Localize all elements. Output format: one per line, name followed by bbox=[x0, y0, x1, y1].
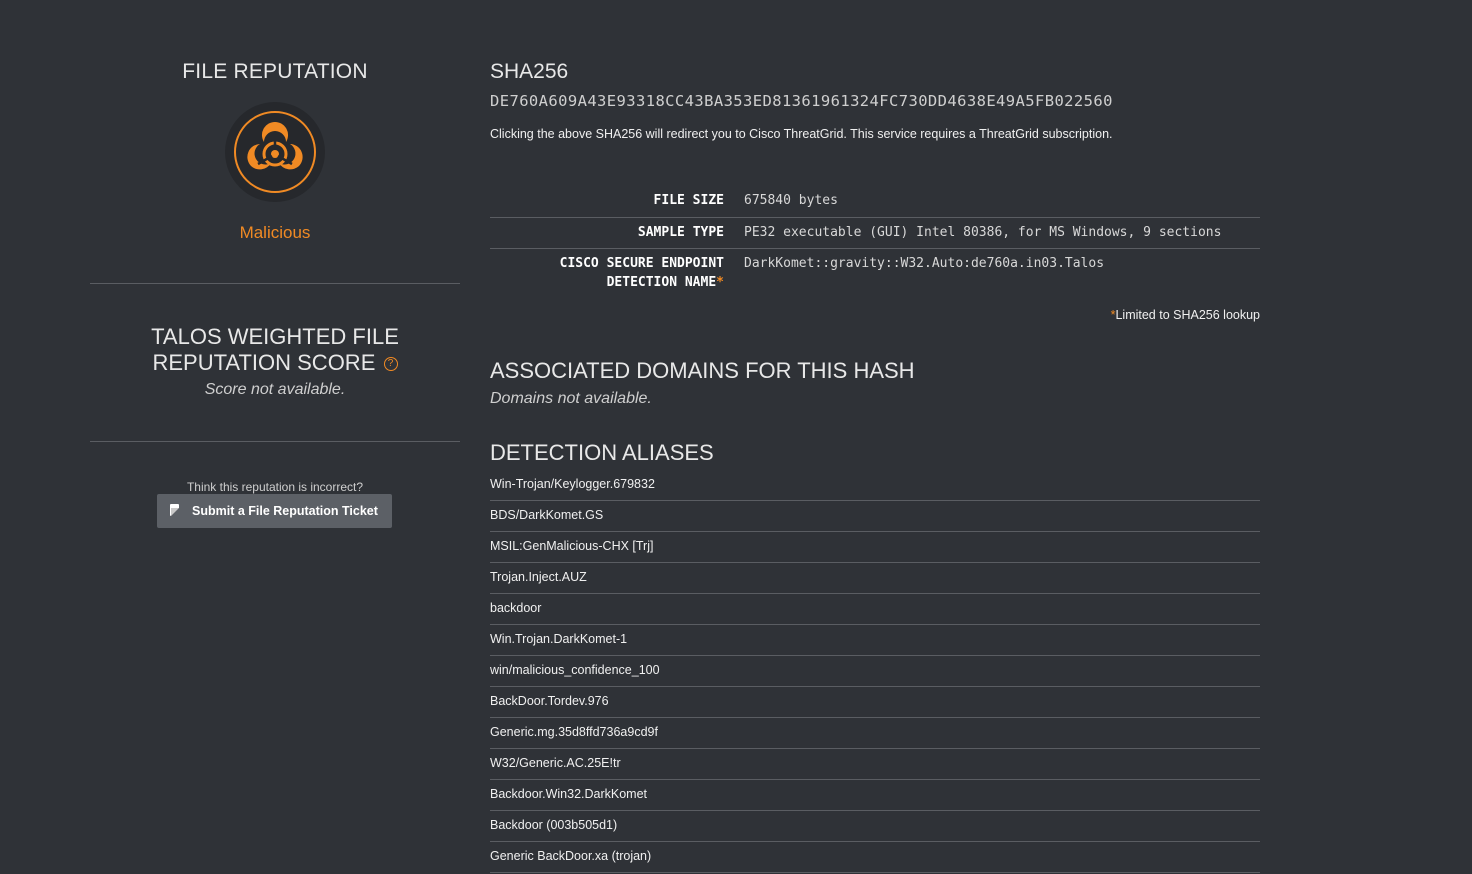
alias-item: win/malicious_confidence_100 bbox=[490, 656, 1260, 687]
alias-item: Generic.mg.35d8ffd736a9cd9f bbox=[490, 718, 1260, 749]
submit-reputation-ticket-label: Submit a File Reputation Ticket bbox=[192, 504, 378, 518]
detection-aliases-list: Win-Trojan/Keylogger.679832 BDS/DarkKome… bbox=[490, 470, 1260, 873]
sample-type-value: PE32 executable (GUI) Intel 80386, for M… bbox=[744, 225, 1222, 240]
talos-score-heading-text: TALOS WEIGHTED FILE REPUTATION SCORE bbox=[151, 324, 399, 375]
alias-item: BDS/DarkKomet.GS bbox=[490, 501, 1260, 532]
incorrect-reputation-prompt: Think this reputation is incorrect? bbox=[186, 480, 364, 494]
required-asterisk: * bbox=[716, 275, 724, 290]
detail-row-sample-type: SAMPLE TYPE PE32 executable (GUI) Intel … bbox=[490, 218, 1260, 249]
alias-item: Backdoor (003b505d1) bbox=[490, 811, 1260, 842]
divider bbox=[90, 441, 460, 442]
reputation-verdict: Malicious bbox=[239, 223, 311, 242]
limited-lookup-text: Limited to SHA256 lookup bbox=[1115, 308, 1260, 322]
alias-item: Backdoor.Win32.DarkKomet bbox=[490, 780, 1260, 811]
associated-domains-value: Domains not available. bbox=[490, 390, 652, 407]
reputation-icon-badge bbox=[225, 102, 325, 202]
alias-item: Trojan.Inject.AUZ bbox=[490, 563, 1260, 594]
sha256-redirect-note: Clicking the above SHA256 will redirect … bbox=[490, 127, 1113, 141]
alias-item: Win.Trojan.DarkKomet-1 bbox=[490, 625, 1260, 656]
file-size-label: FILE SIZE bbox=[653, 193, 724, 208]
file-details-table: FILE SIZE 675840 bytes SAMPLE TYPE PE32 … bbox=[490, 186, 1260, 297]
detail-row-file-size: FILE SIZE 675840 bytes bbox=[490, 186, 1260, 218]
help-icon[interactable]: ? bbox=[383, 357, 398, 372]
biohazard-icon bbox=[234, 111, 316, 193]
alias-item: BackDoor.Tordev.976 bbox=[490, 687, 1260, 718]
alias-item: backdoor bbox=[490, 594, 1260, 625]
alias-item: Win-Trojan/Keylogger.679832 bbox=[490, 470, 1260, 501]
file-reputation-heading: FILE REPUTATION bbox=[182, 60, 368, 83]
detection-aliases-heading: DETECTION ALIASES bbox=[490, 440, 714, 465]
endpoint-detection-value: DarkKomet::gravity::W32.Auto:de760a.in03… bbox=[744, 256, 1105, 271]
document-icon bbox=[170, 504, 179, 516]
endpoint-detection-label-line1: CISCO SECURE ENDPOINT bbox=[559, 256, 724, 271]
associated-domains-heading: ASSOCIATED DOMAINS FOR THIS HASH bbox=[490, 358, 915, 383]
submit-reputation-ticket-button[interactable]: Submit a File Reputation Ticket bbox=[157, 494, 392, 528]
divider bbox=[90, 283, 460, 284]
file-size-value: 675840 bytes bbox=[744, 193, 838, 208]
talos-score-heading: TALOS WEIGHTED FILE REPUTATION SCORE ? bbox=[90, 324, 460, 376]
sample-type-label: SAMPLE TYPE bbox=[637, 225, 724, 240]
endpoint-detection-label-line2: DETECTION NAME bbox=[606, 275, 717, 290]
talos-score-value: Score not available. bbox=[204, 381, 346, 398]
alias-item: W32/Generic.AC.25E!tr bbox=[490, 749, 1260, 780]
alias-item: MSIL:GenMalicious-CHX [Trj] bbox=[490, 532, 1260, 563]
alias-item: Generic BackDoor.xa (trojan) bbox=[490, 842, 1260, 873]
sha256-link[interactable]: DE760A609A43E93318CC43BA353ED81361961324… bbox=[490, 92, 1113, 110]
endpoint-detection-label: CISCO SECURE ENDPOINT DETECTION NAME* bbox=[560, 254, 724, 292]
limited-lookup-note: *Limited to SHA256 lookup bbox=[1111, 308, 1260, 322]
sha256-heading: SHA256 bbox=[490, 60, 569, 83]
detail-row-endpoint-detection: CISCO SECURE ENDPOINT DETECTION NAME* Da… bbox=[490, 249, 1260, 297]
file-reputation-page: FILE REPUTATION Malicious TALOS WEIGHTED… bbox=[0, 0, 1472, 874]
